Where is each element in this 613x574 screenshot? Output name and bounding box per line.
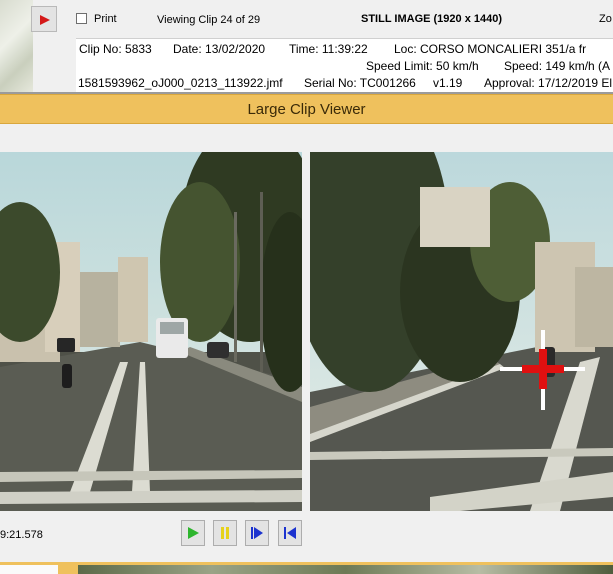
- clip-thumbnail[interactable]: [0, 565, 58, 574]
- clip-number: Clip No: 5833: [79, 42, 152, 56]
- serial-number: Serial No: TC001266: [304, 76, 416, 90]
- overview-image[interactable]: [0, 152, 302, 511]
- clip-thumbnail[interactable]: [78, 565, 613, 574]
- clip-location: Loc: CORSO MONCALIERI 351/a fr: [394, 42, 587, 56]
- clip-info-panel: Clip No: 5833 Date: 13/02/2020 Time: 11:…: [76, 38, 613, 93]
- clip-counter: Viewing Clip 24 of 29: [157, 14, 261, 26]
- speed-limit: Speed Limit: 50 km/h: [366, 59, 479, 73]
- step-forward-icon: [251, 527, 263, 539]
- clip-time: Time: 11:39:22: [289, 42, 368, 56]
- skip-to-start-icon: [284, 527, 296, 539]
- skip-to-start-button[interactable]: [278, 520, 302, 546]
- measured-speed: Speed: 149 km/h (A: [504, 59, 611, 73]
- clip-filename: 1581593962_oJ000_0213_113922.jmf: [78, 76, 283, 90]
- pause-icon: [221, 527, 229, 539]
- playback-timestamp: 9:21.578: [0, 529, 43, 541]
- print-checkbox[interactable]: [76, 13, 87, 24]
- play-icon: [40, 15, 50, 25]
- play-button[interactable]: [181, 520, 205, 546]
- pause-button[interactable]: [213, 520, 237, 546]
- street-scene-left: [0, 152, 302, 511]
- software-version: v1.19: [433, 76, 463, 90]
- viewer-title-bar: Large Clip Viewer: [0, 94, 613, 124]
- zoom-label: Zo: [599, 13, 612, 25]
- print-label: Print: [94, 13, 117, 25]
- image-type-label: STILL IMAGE (1920 x 1440): [361, 13, 503, 25]
- play-clip-button[interactable]: [31, 6, 57, 32]
- approval-date: Approval: 17/12/2019 El: [484, 76, 613, 90]
- street-scene-right: [310, 152, 613, 511]
- viewer-title: Large Clip Viewer: [247, 101, 366, 118]
- zoomed-image[interactable]: [310, 152, 613, 511]
- clip-thumbnail-strip[interactable]: [0, 0, 33, 92]
- clip-date: Date: 13/02/2020: [173, 42, 266, 56]
- play-icon: [188, 527, 199, 539]
- step-forward-button[interactable]: [245, 520, 269, 546]
